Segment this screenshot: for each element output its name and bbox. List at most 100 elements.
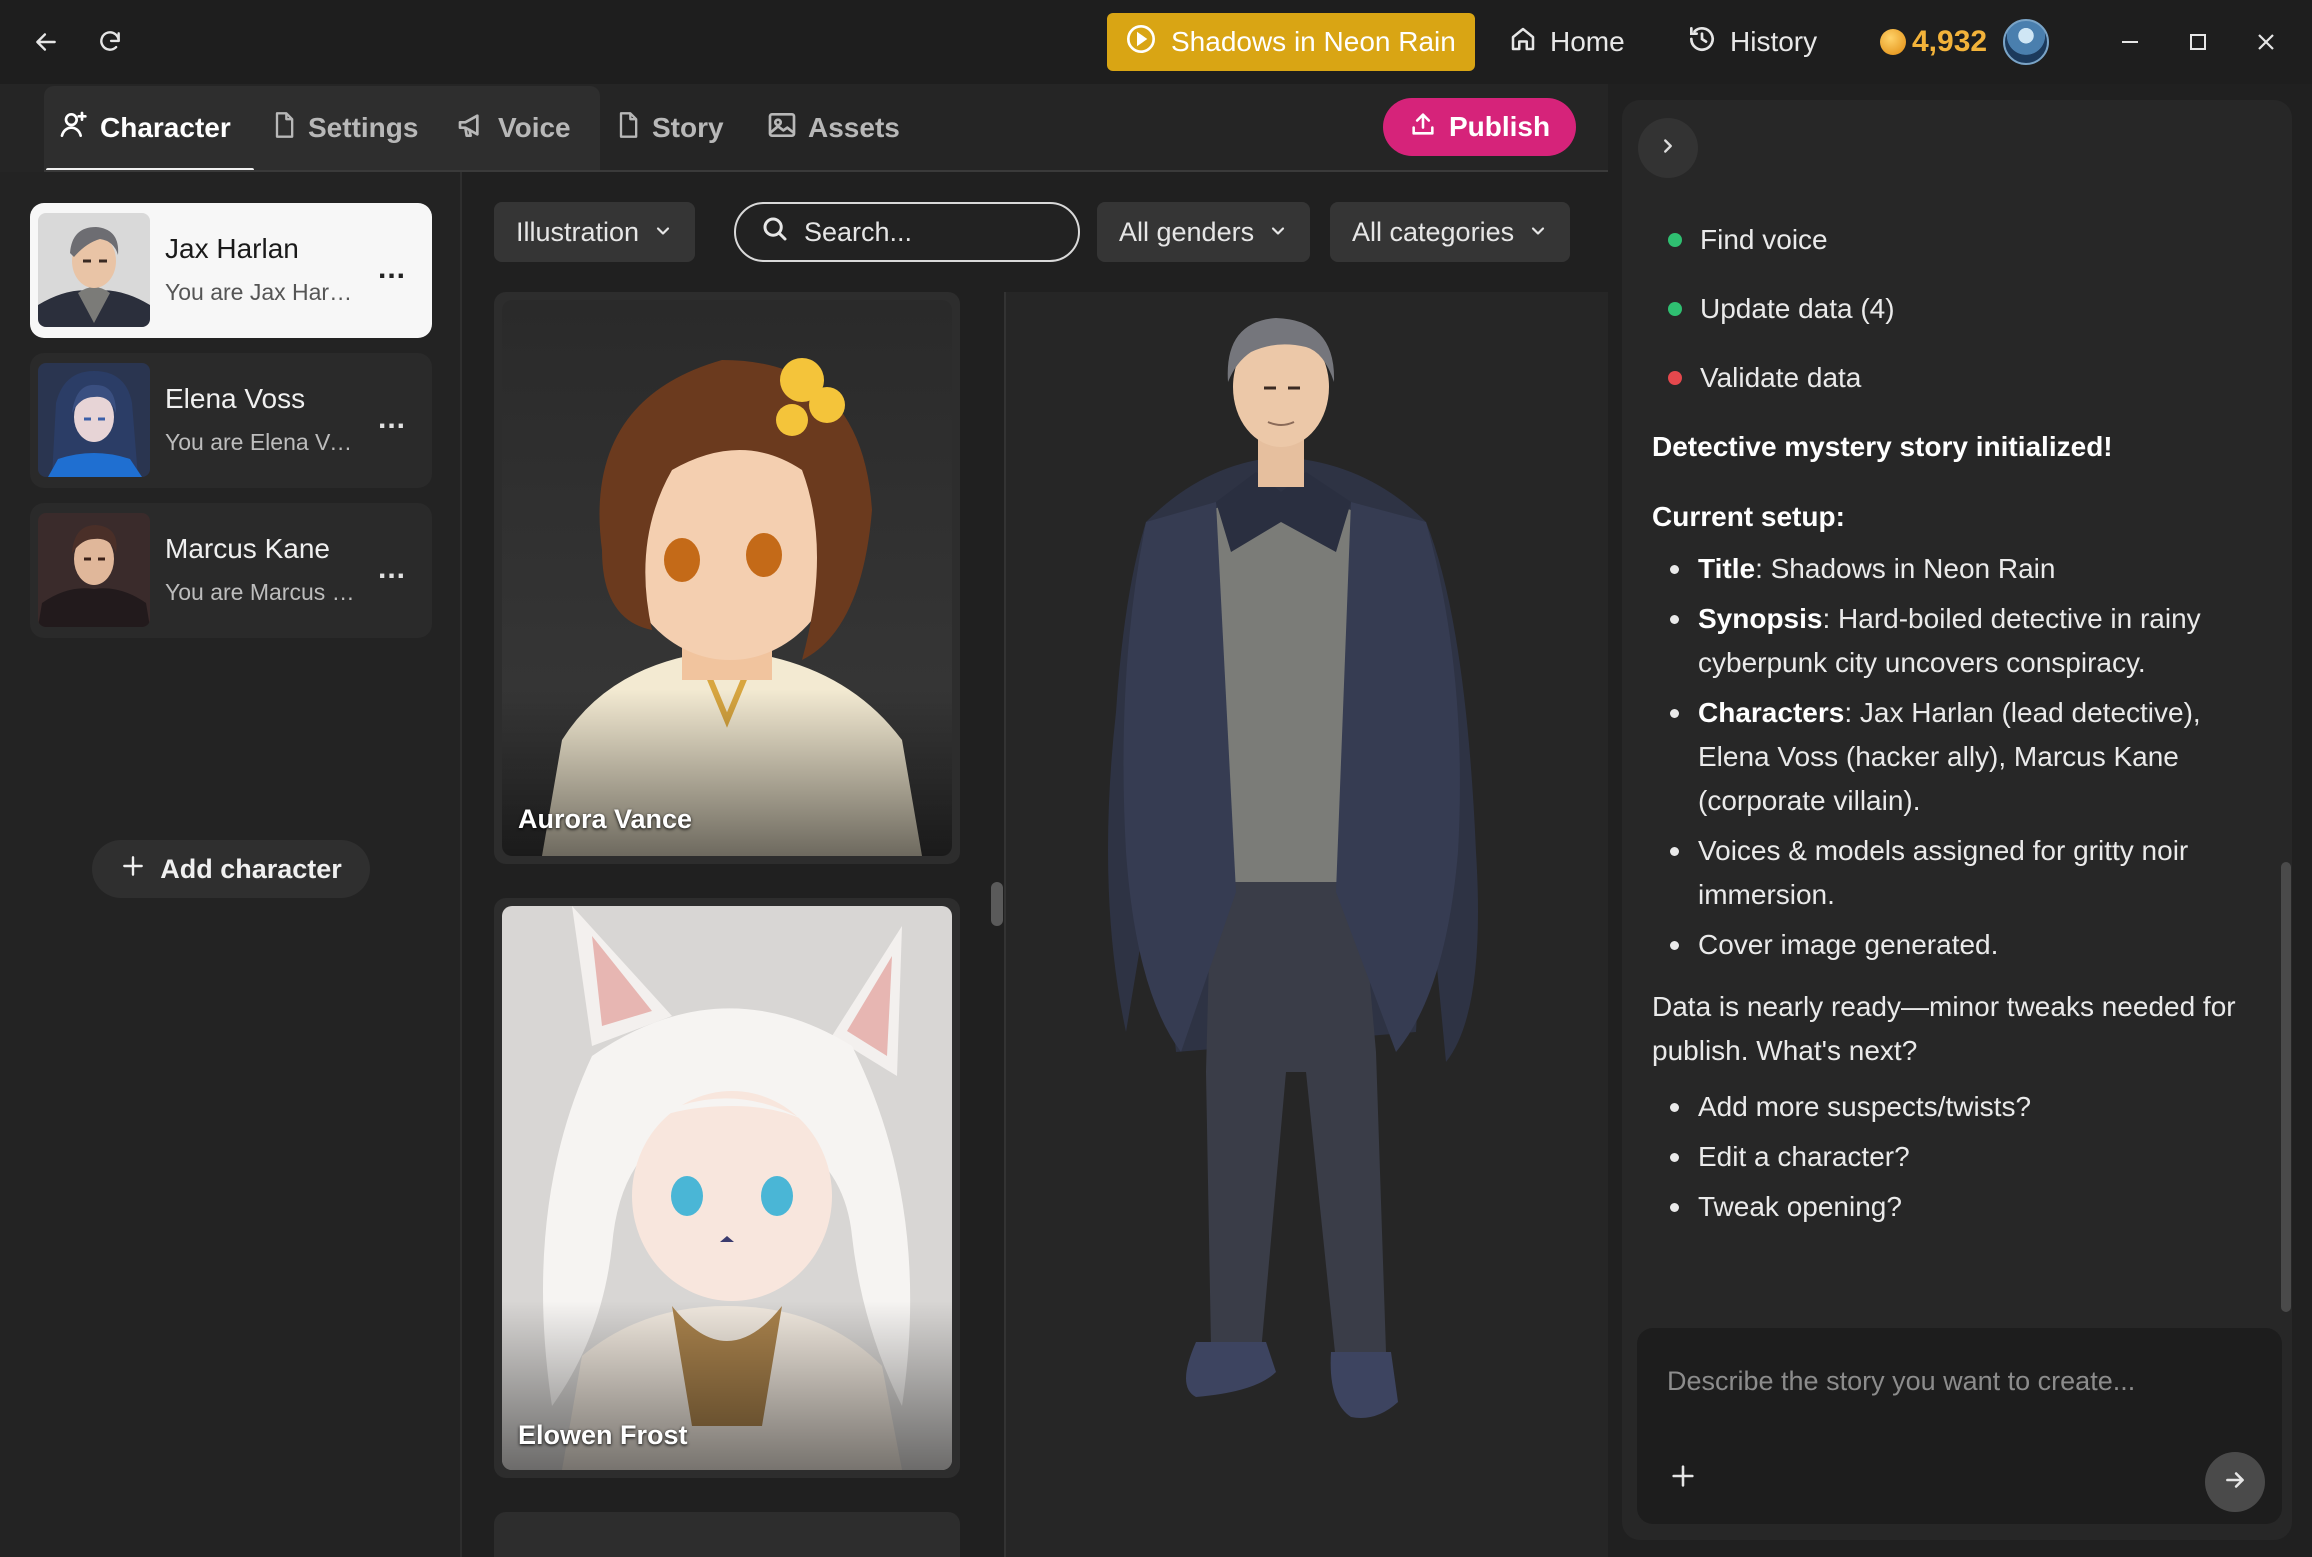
document-icon (270, 109, 298, 148)
home-link[interactable]: Home (1508, 20, 1625, 64)
step-item: Update data (4) (1652, 287, 2252, 331)
history-icon (1686, 23, 1718, 62)
category-filter-dropdown[interactable]: All categories (1330, 202, 1571, 262)
character-name: Jax Harlan (165, 233, 299, 264)
character-name: Marcus Kane (165, 533, 330, 564)
character-card[interactable]: Jax Harlan You are Jax Harlan ... (30, 203, 432, 338)
gallery-card[interactable]: Aurora Vance (494, 292, 960, 864)
character-full-image (1108, 318, 1478, 1418)
history-link[interactable]: History (1686, 20, 1817, 64)
tab-settings[interactable]: Settings (270, 86, 418, 170)
add-character-button[interactable]: Add character (92, 840, 370, 898)
gender-filter-value: All genders (1119, 216, 1255, 247)
collapse-panel-button[interactable] (1638, 118, 1698, 178)
add-character-label: Add character (160, 853, 342, 884)
gallery-card-name: Elowen Frost (518, 1420, 688, 1450)
step-label: Update data (4) (1700, 293, 1895, 324)
more-options-icon[interactable]: ... (372, 551, 412, 587)
character-gallery: Aurora Vance Elowen Frost (494, 292, 960, 1557)
avatar (38, 363, 150, 477)
character-list: Jax Harlan You are Jax Harlan ... Elena … (0, 172, 462, 1557)
search-icon (760, 214, 790, 251)
character-description: You are Jax Harlan (165, 279, 355, 305)
chevron-down-icon (1268, 217, 1288, 248)
chat-scrollbar[interactable] (2281, 862, 2291, 1312)
list-item: Voices & models assigned for gritty noir… (1652, 829, 2252, 917)
setup-list: Title: Shadows in Neon Rain Synopsis: Ha… (1652, 547, 2252, 967)
current-story-button[interactable]: Shadows in Neon Rain (1107, 13, 1475, 71)
tab-character-label: Character (100, 112, 231, 143)
tab-story-label: Story (652, 112, 724, 143)
chevron-down-icon (653, 217, 673, 248)
maximize-icon[interactable] (2176, 20, 2220, 64)
tab-story[interactable]: Story (614, 86, 724, 170)
coin-count: 4,932 (1912, 25, 1988, 58)
character-card[interactable]: Marcus Kane You are Marcus Kane ... (30, 503, 432, 638)
search-placeholder: Search... (804, 216, 913, 247)
story-prompt-input[interactable]: Describe the story you want to create... (1637, 1328, 2282, 1524)
publish-button[interactable]: Publish (1383, 98, 1576, 156)
home-icon (1508, 24, 1538, 61)
style-filter-value: Illustration (516, 216, 640, 247)
step-label: Validate data (1700, 362, 1862, 393)
tab-character[interactable]: Character (58, 86, 231, 170)
document-icon (614, 109, 642, 148)
message-summary: Data is nearly ready—minor tweaks needed… (1652, 991, 2236, 1066)
list-item: Characters: Jax Harlan (lead detective),… (1652, 691, 2252, 823)
minimize-icon[interactable] (2108, 20, 2152, 64)
megaphone-icon (456, 109, 488, 148)
style-filter-dropdown[interactable]: Illustration (494, 202, 696, 262)
tab-bar: Character Settings Voice Story Assets Pu… (0, 84, 1608, 172)
step-item: Find voice (1652, 218, 2252, 262)
gallery-card[interactable]: Elowen Frost (494, 898, 960, 1478)
avatar (38, 213, 150, 327)
tab-assets-label: Assets (808, 112, 900, 143)
gallery-card-name: Aurora Vance (518, 804, 693, 834)
home-label: Home (1550, 26, 1625, 57)
tab-settings-label: Settings (308, 112, 419, 143)
play-circle-icon (1125, 23, 1157, 62)
arrow-right-icon (2222, 1467, 2248, 1498)
chevron-down-icon (1528, 217, 1548, 248)
search-input[interactable]: Search... (734, 202, 1080, 262)
chevron-right-icon (1657, 135, 1679, 162)
character-card[interactable]: Elena Voss You are Elena Voss ... (30, 353, 432, 488)
user-plus-icon (58, 109, 90, 148)
tab-voice-label: Voice (498, 112, 571, 143)
status-dot (1668, 371, 1682, 385)
next-steps-list: Add more suspects/twists? Edit a charact… (1652, 1085, 2252, 1229)
story-title: Shadows in Neon Rain (1171, 26, 1456, 57)
character-description: You are Marcus Kane (165, 579, 355, 605)
status-dot (1668, 233, 1682, 247)
category-filter-value: All categories (1352, 216, 1515, 247)
list-item: Synopsis: Hard-boiled detective in rainy… (1652, 597, 2252, 685)
tab-assets[interactable]: Assets (766, 86, 900, 170)
more-options-icon[interactable]: ... (372, 251, 412, 287)
setup-heading: Current setup: (1652, 501, 1845, 532)
tab-voice[interactable]: Voice (456, 86, 571, 170)
prompt-placeholder: Describe the story you want to create... (1667, 1366, 2136, 1396)
send-button[interactable] (2205, 1452, 2265, 1512)
list-item: Add more suspects/twists? (1652, 1085, 2252, 1129)
gallery-scrollbar[interactable] (991, 882, 1003, 926)
publish-label: Publish (1448, 111, 1551, 142)
list-item: Edit a character? (1652, 1135, 2252, 1179)
character-name: Elena Voss (165, 383, 306, 414)
attach-plus-icon[interactable] (1661, 1454, 1705, 1498)
step-label: Find voice (1700, 224, 1828, 255)
avatar[interactable] (2003, 19, 2050, 65)
gallery-card[interactable] (494, 1512, 960, 1557)
title-bar: Shadows in Neon Rain Home History 4,932 (0, 0, 2312, 84)
refresh-icon[interactable] (88, 20, 132, 64)
back-icon[interactable] (24, 20, 68, 64)
gender-filter-dropdown[interactable]: All genders (1097, 202, 1311, 262)
close-icon[interactable] (2244, 20, 2288, 64)
chat-message: Find voice Update data (4) Validate data… (1652, 218, 2252, 1241)
plus-icon (120, 853, 146, 886)
more-options-icon[interactable]: ... (372, 401, 412, 437)
avatar (38, 513, 150, 627)
coin-balance[interactable]: 4,932 (1880, 18, 2050, 66)
gallery-image (502, 300, 952, 856)
list-item: Title: Shadows in Neon Rain (1652, 547, 2252, 591)
message-heading: Detective mystery story initialized! (1652, 431, 2113, 462)
